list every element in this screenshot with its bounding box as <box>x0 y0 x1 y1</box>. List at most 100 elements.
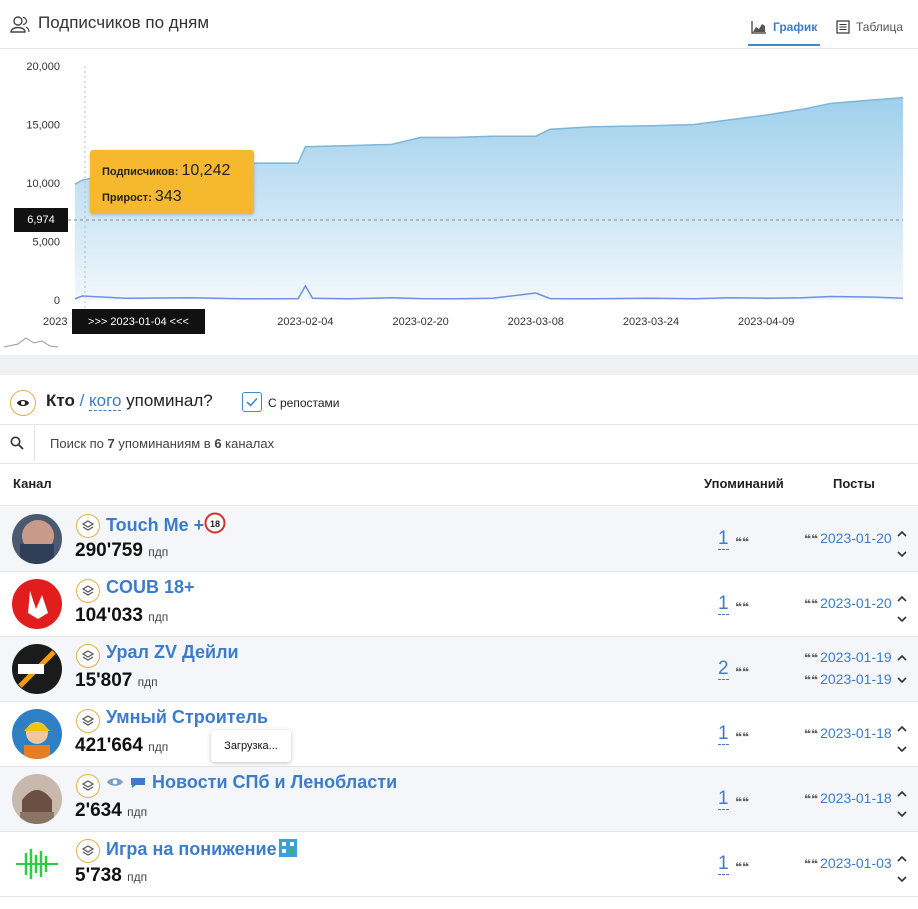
subscribers-count: 15'807 пдп <box>75 670 158 691</box>
mentions-count[interactable]: 2 <box>718 659 729 680</box>
avatar[interactable] <box>12 774 62 824</box>
quote-icon: ❝❝ <box>735 665 750 679</box>
chevron-up-icon[interactable] <box>895 527 909 541</box>
users-icon <box>10 16 30 33</box>
avatar[interactable] <box>12 514 62 564</box>
post-link[interactable]: ❝❝ 2023-01-19 <box>804 671 892 687</box>
reposts-label: С репостами <box>268 396 340 410</box>
chevron-down-icon[interactable] <box>895 612 909 626</box>
quote-icon: ❝❝ <box>735 860 750 874</box>
x-tick-label: 2023-04-09 <box>738 316 794 328</box>
chevron-down-icon[interactable] <box>895 807 909 821</box>
x-tick-label: 2023-02-04 <box>277 316 333 328</box>
mentions-count[interactable]: 1 <box>718 724 729 745</box>
check-icon <box>246 397 258 407</box>
chevron-up-icon[interactable] <box>895 787 909 801</box>
channel-name-link[interactable]: Новости СПб и Ленобласти <box>106 772 397 793</box>
reposts-checkbox[interactable] <box>242 392 262 412</box>
y-tick-label: 20,000 <box>26 61 60 73</box>
table-icon <box>836 20 850 34</box>
search-button[interactable] <box>0 424 35 462</box>
column-channel[interactable]: Канал <box>13 476 52 491</box>
chevron-down-icon[interactable] <box>895 742 909 756</box>
crosshair-x-label: >>> 2023-01-04 <<< <box>72 309 205 334</box>
eye-icon <box>17 400 29 406</box>
chevron-up-icon[interactable] <box>895 852 909 866</box>
post-link[interactable]: ❝❝ 2023-01-20 <box>804 530 892 546</box>
post-link[interactable]: ❝❝ 2023-01-18 <box>804 725 892 741</box>
mentions-count[interactable]: 1 <box>718 789 729 810</box>
quote-icon: ❝❝ <box>804 597 819 611</box>
eye-toggle-button[interactable] <box>10 390 36 416</box>
table-row[interactable]: Урал ZV Дейли 15'807 пдп 2 ❝❝ ❝❝ 2023-01-… <box>0 637 918 702</box>
title-who[interactable]: Кто <box>46 391 75 410</box>
post-link[interactable]: ❝❝ 2023-01-19 <box>804 649 892 665</box>
tab-graph[interactable]: График <box>748 10 821 46</box>
column-mentions[interactable]: Упоминаний <box>704 476 784 491</box>
title-whom-link[interactable]: кого <box>89 391 122 411</box>
channel-name-link[interactable]: Игра на понижение <box>106 837 299 860</box>
y-tick-label: 0 <box>54 295 60 307</box>
building-icon <box>278 839 297 857</box>
avatar[interactable] <box>12 839 62 889</box>
channel-name-link[interactable]: Умный Строитель <box>106 707 268 728</box>
avatar[interactable] <box>12 579 62 629</box>
channel-name-link[interactable]: Урал ZV Дейли <box>106 642 239 663</box>
quote-icon: ❝❝ <box>735 535 750 549</box>
avatar[interactable] <box>12 709 62 759</box>
post-link[interactable]: ❝❝ 2023-01-18 <box>804 790 892 806</box>
channel-name-link[interactable]: COUB 18+ <box>106 577 195 598</box>
mentions-count[interactable]: 1 <box>718 854 729 875</box>
chevron-down-icon[interactable] <box>895 673 909 687</box>
post-link[interactable]: ❝❝ 2023-01-20 <box>804 595 892 611</box>
subscribers-count: 290'759 пдп <box>75 540 169 561</box>
speech-bubble-icon <box>131 778 146 788</box>
search-prefix: Поиск по <box>50 436 108 451</box>
tooltip-growth-value: 343 <box>154 188 182 205</box>
search-input[interactable]: Поиск по 7 упоминаниям в 6 каналах <box>50 436 274 451</box>
mentions-count[interactable]: 1 <box>718 529 729 550</box>
search-mid: упоминаниям в <box>114 436 215 451</box>
avatar[interactable] <box>12 644 62 694</box>
quote-icon: ❝❝ <box>804 532 819 546</box>
subscribers-count: 421'664 пдп <box>75 735 169 756</box>
layers-icon[interactable] <box>76 579 100 603</box>
quote-icon: ❝❝ <box>804 792 819 806</box>
mentions-count[interactable]: 1 <box>718 594 729 615</box>
x-tick-label: 2023-02-20 <box>392 316 448 328</box>
quote-icon: ❝❝ <box>804 727 819 741</box>
table-row[interactable]: COUB 18+ 104'033 пдп 1 ❝❝ ❝❝ 2023-01-20 <box>0 572 918 637</box>
column-posts[interactable]: Посты <box>833 476 875 491</box>
chevron-up-icon[interactable] <box>895 722 909 736</box>
chevron-down-icon[interactable] <box>895 547 909 561</box>
table-row[interactable]: Игра на понижение 5'738 пдп 1 ❝❝ ❝❝ 2023-… <box>0 832 918 897</box>
quote-icon: ❝❝ <box>804 673 819 687</box>
search-mentions-count: 7 <box>107 436 115 451</box>
chevron-up-icon[interactable] <box>895 651 909 665</box>
channel-name-link[interactable]: Touch Me +18 <box>106 512 226 536</box>
x-tick-label: 2023-03-08 <box>508 316 564 328</box>
table-row[interactable]: Новости СПб и Ленобласти 2'634 пдп 1 ❝❝ … <box>0 767 918 832</box>
subscribers-count: 2'634 пдп <box>75 800 148 821</box>
loading-tooltip: Загрузка... <box>211 730 291 762</box>
subscribers-count: 5'738 пдп <box>75 865 148 886</box>
layers-icon[interactable] <box>76 709 100 733</box>
title-rest: упоминал? <box>121 391 213 410</box>
search-channels-count: 6 <box>214 436 222 451</box>
chevron-down-icon[interactable] <box>895 872 909 886</box>
layers-icon[interactable] <box>76 644 100 668</box>
quote-icon: ❝❝ <box>735 730 750 744</box>
x-tick-label: 2023 <box>43 316 67 328</box>
quote-icon: ❝❝ <box>735 795 750 809</box>
post-link[interactable]: ❝❝ 2023-01-03 <box>804 855 892 871</box>
layers-icon[interactable] <box>76 774 100 798</box>
table-row[interactable]: Touch Me +18 290'759 пдп 1 ❝❝ ❝❝ 2023-01-… <box>0 507 918 572</box>
tab-table[interactable]: Таблица <box>836 10 903 44</box>
chart-title: Подписчиков по дням <box>38 13 210 32</box>
layers-icon[interactable] <box>76 839 100 863</box>
chevron-up-icon[interactable] <box>895 592 909 606</box>
layers-icon[interactable] <box>76 514 100 538</box>
y-tick-label: 15,000 <box>26 120 60 132</box>
table-row[interactable]: Умный Строитель 421'664 пдп 1 ❝❝ ❝❝ 2023-… <box>0 702 918 767</box>
y-tick-label: 10,000 <box>26 178 60 190</box>
